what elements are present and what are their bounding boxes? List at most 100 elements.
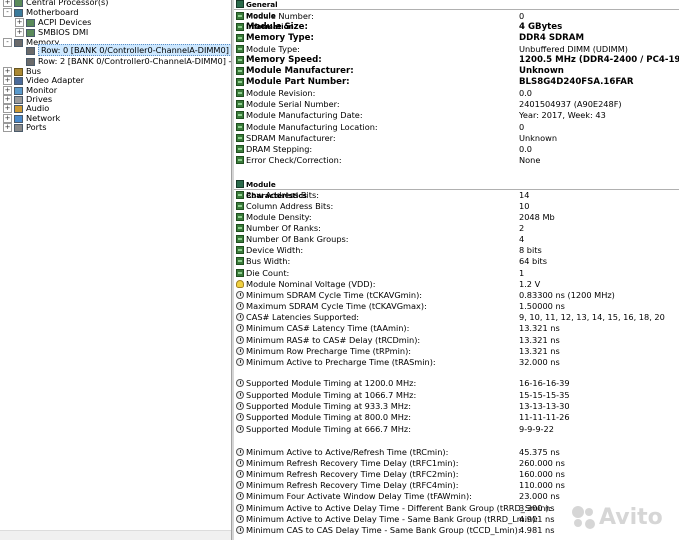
avito-logo-icon xyxy=(572,506,596,530)
expand-icon[interactable]: + xyxy=(3,76,12,85)
clock-icon xyxy=(236,526,244,534)
tree-item[interactable]: + Central Processor(s) xyxy=(3,0,109,7)
property-row[interactable]: SDRAM Manufacturer: Unknown xyxy=(234,133,679,144)
property-row[interactable]: Bus Width: 64 bits xyxy=(234,256,679,267)
property-label: Supported Module Timing at 933.3 MHz: xyxy=(246,401,411,411)
property-row[interactable]: Memory Speed: 1200.5 MHz (DDR4-2400 / PC4… xyxy=(234,55,679,66)
property-row[interactable]: Minimum SDRAM Cycle Time (tCKAVGmin): 0.8… xyxy=(234,290,679,301)
expand-icon[interactable]: + xyxy=(15,18,24,27)
clock-icon xyxy=(236,504,244,512)
property-row[interactable]: Module Manufacturing Location: 0 xyxy=(234,122,679,133)
collapse-icon[interactable]: - xyxy=(3,8,12,17)
property-row[interactable]: Module Type: Unbuffered DIMM (UDIMM) xyxy=(234,44,679,55)
property-row[interactable]: Module Size: 4 GBytes xyxy=(234,22,679,33)
expand-icon[interactable]: + xyxy=(3,0,12,7)
tree-item[interactable]: Row: 0 [BANK 0/Controller0-ChannelA-DIMM… xyxy=(15,44,231,56)
clock-icon xyxy=(236,459,244,467)
property-label: Minimum Active to Active/Refresh Time (t… xyxy=(246,447,449,457)
property-row[interactable]: Minimum CAS# Latency Time (tAAmin): 13.32… xyxy=(234,323,679,334)
property-value: 15-15-15-35 xyxy=(519,390,570,400)
tree-item[interactable]: + Audio xyxy=(3,103,49,113)
property-value: 0.0 xyxy=(519,144,533,154)
property-label: Device Width: xyxy=(246,245,304,255)
expand-icon[interactable]: + xyxy=(3,104,12,113)
property-row[interactable]: Die Count: 1 xyxy=(234,268,679,279)
property-row[interactable]: Supported Module Timing at 800.0 MHz: 11-… xyxy=(234,412,679,423)
property-row[interactable]: Device Width: 8 bits xyxy=(234,245,679,256)
clock-icon xyxy=(236,470,244,478)
property-row[interactable]: Error Check/Correction: None xyxy=(234,155,679,166)
property-row[interactable]: Minimum Four Activate Window Delay Time … xyxy=(234,491,679,502)
tree-item[interactable]: + Ports xyxy=(3,122,47,132)
tree-item-label: ACPI Devices xyxy=(38,17,92,27)
property-row[interactable]: Memory Type: DDR4 SDRAM xyxy=(234,33,679,44)
chip-icon xyxy=(26,28,35,37)
chip-icon xyxy=(236,191,244,199)
property-row[interactable]: Row Address Bits: 14 xyxy=(234,190,679,201)
chip-icon xyxy=(236,235,244,243)
property-row[interactable]: Minimum RAS# to CAS# Delay (tRCDmin): 13.… xyxy=(234,335,679,346)
expand-icon[interactable]: + xyxy=(3,123,12,132)
property-value: 8 bits xyxy=(519,245,542,255)
property-row[interactable]: CAS# Latencies Supported: 9, 10, 11, 12, … xyxy=(234,312,679,323)
property-row[interactable]: Module Manufacturing Date: Year: 2017, We… xyxy=(234,110,679,121)
property-row[interactable]: DRAM Stepping: 0.0 xyxy=(234,144,679,155)
tree-item[interactable]: Row: 2 [BANK 0/Controller0-ChannelA-DIMM… xyxy=(15,56,231,66)
chip-icon xyxy=(236,224,244,232)
property-label: Module Revision: xyxy=(246,88,316,98)
tree-item[interactable]: - Motherboard xyxy=(3,7,79,17)
property-row[interactable]: Module Serial Number: 2401504937 (A90E248… xyxy=(234,99,679,110)
property-value: 0.0 xyxy=(519,88,533,98)
property-label: Supported Module Timing at 1200.0 MHz: xyxy=(246,378,417,388)
property-row[interactable]: Minimum Refresh Recovery Time Delay (tRF… xyxy=(234,469,679,480)
chip-icon xyxy=(236,246,244,254)
property-label: Supported Module Timing at 666.7 MHz: xyxy=(246,424,411,434)
tree-item[interactable]: + SMBIOS DMI xyxy=(15,27,88,37)
tree-item[interactable]: + Video Adapter xyxy=(3,75,84,85)
chip-icon xyxy=(236,100,244,108)
property-row[interactable]: Module Number: 0 xyxy=(234,11,679,22)
chip-icon xyxy=(236,123,244,131)
property-row[interactable]: Supported Module Timing at 1066.7 MHz: 15… xyxy=(234,390,679,401)
property-row[interactable]: Minimum Refresh Recovery Time Delay (tRF… xyxy=(234,480,679,491)
property-row[interactable]: Module Nominal Voltage (VDD): 1.2 V xyxy=(234,279,679,290)
chip-icon xyxy=(236,257,244,265)
chip-icon xyxy=(236,12,244,20)
mb-icon xyxy=(14,8,23,17)
property-row[interactable]: Number Of Ranks: 2 xyxy=(234,223,679,234)
property-row[interactable]: Number Of Bank Groups: 4 xyxy=(234,234,679,245)
chip-icon xyxy=(236,78,244,86)
property-value: 1200.5 MHz (DDR4-2400 / PC4-19200) xyxy=(519,55,679,65)
property-label: Module Manufacturing Date: xyxy=(246,110,363,120)
chip-icon xyxy=(236,56,244,64)
tree-item-label: Row: 2 [BANK 0/Controller0-ChannelA-DIMM… xyxy=(38,56,231,66)
property-row[interactable]: Module Density: 2048 Mb xyxy=(234,212,679,223)
property-label: Minimum RAS# to CAS# Delay (tRCDmin): xyxy=(246,335,421,345)
details-pane: General Module Information Module Charact… xyxy=(234,0,679,540)
property-row[interactable]: Minimum Active to Active/Refresh Time (t… xyxy=(234,447,679,458)
property-row[interactable]: Minimum Active to Precharge Time (tRASmi… xyxy=(234,357,679,368)
expand-icon[interactable]: + xyxy=(15,28,24,37)
property-row[interactable]: Module Part Number: BLS8G4D240FSA.16FAR xyxy=(234,77,679,88)
property-row[interactable]: Supported Module Timing at 933.3 MHz: 13-… xyxy=(234,401,679,412)
property-row[interactable]: Module Revision: 0.0 xyxy=(234,88,679,99)
property-row[interactable]: Module Manufacturer: Unknown xyxy=(234,66,679,77)
device-tree[interactable]: + Central Processor(s) - Motherboard + ACPI D… xyxy=(0,0,231,540)
tree-item[interactable]: + ACPI Devices xyxy=(15,17,91,27)
property-value: 3.300 ns xyxy=(519,503,555,513)
property-row[interactable]: Maximum SDRAM Cycle Time (tCKAVGmax): 1.5… xyxy=(234,301,679,312)
property-label: Number Of Bank Groups: xyxy=(246,234,349,244)
property-value: 2 xyxy=(519,223,525,233)
horizontal-scrollbar[interactable] xyxy=(0,530,231,540)
section-icon xyxy=(236,180,244,188)
property-value: Unknown xyxy=(519,133,558,143)
property-row[interactable]: Supported Module Timing at 1200.0 MHz: 16… xyxy=(234,378,679,389)
property-row[interactable]: Column Address Bits: 10 xyxy=(234,201,679,212)
property-row[interactable]: Minimum Row Precharge Time (tRPmin): 13.3… xyxy=(234,346,679,357)
collapse-icon[interactable]: - xyxy=(3,38,12,47)
property-label: Minimum SDRAM Cycle Time (tCKAVGmin): xyxy=(246,290,423,300)
property-row[interactable]: Minimum Refresh Recovery Time Delay (tRF… xyxy=(234,458,679,469)
clock-icon xyxy=(236,515,244,523)
property-label: DRAM Stepping: xyxy=(246,144,313,154)
property-row[interactable]: Supported Module Timing at 666.7 MHz: 9-9… xyxy=(234,424,679,435)
